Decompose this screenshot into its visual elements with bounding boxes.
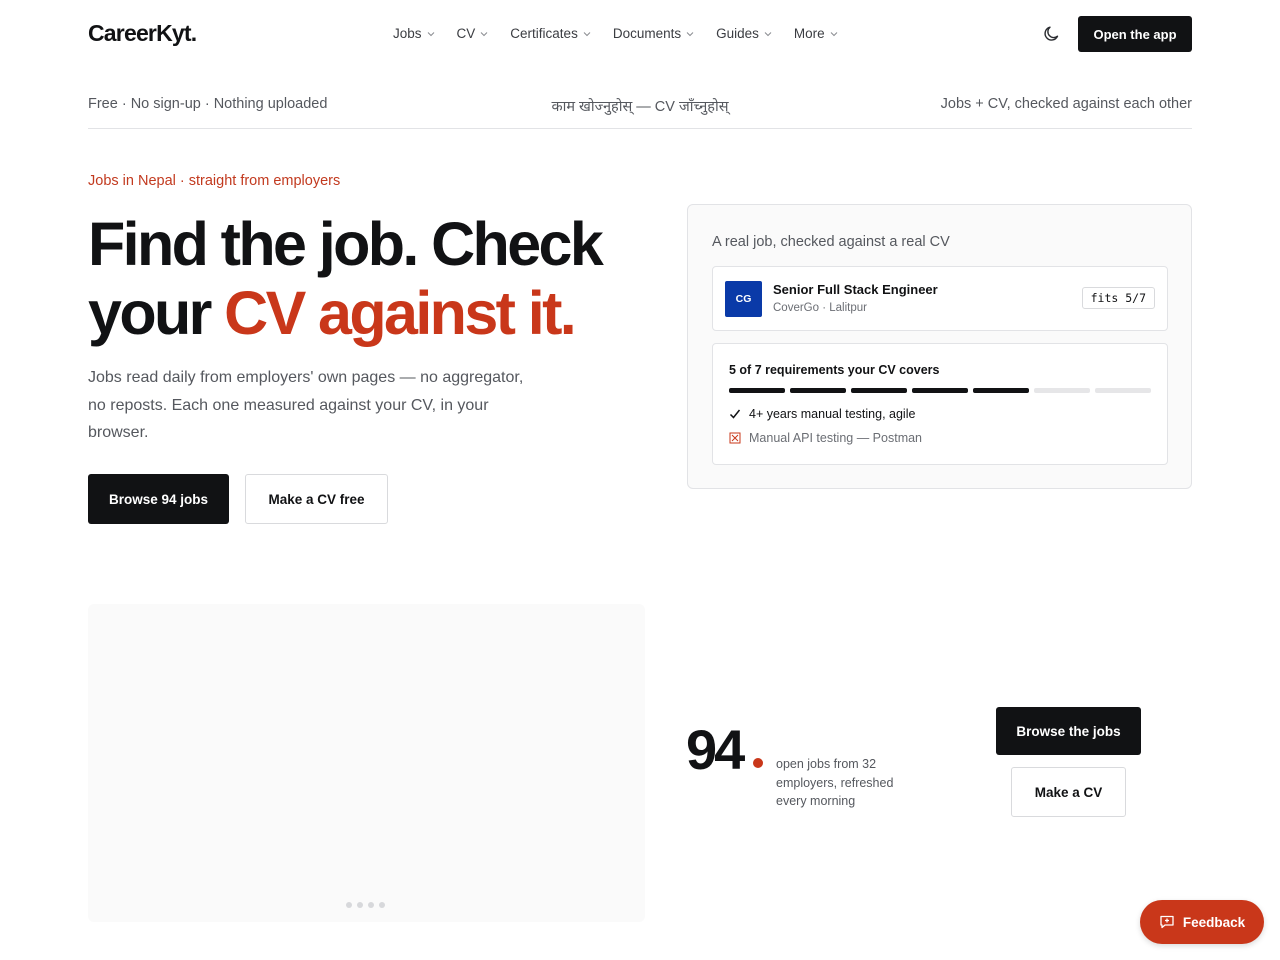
menu-item-more[interactable]: More (794, 26, 838, 41)
progress-segment (729, 388, 785, 393)
feedback-button[interactable]: Feedback (1140, 900, 1264, 944)
accent-dot (753, 758, 763, 768)
moon-icon[interactable] (1042, 24, 1062, 44)
message-plus-icon (1160, 915, 1174, 929)
demo-title: A real job, checked against a real CV (712, 234, 950, 250)
tagline-nepali: काम खोज्नुहोस् — CV जाँच्नुहोस् (551, 99, 729, 115)
tagline-left: Free · No sign-up · Nothing uploaded (88, 96, 328, 112)
make-a-cv-button[interactable]: Make a CV (1011, 767, 1126, 817)
menu-item-guides[interactable]: Guides (716, 26, 772, 41)
tagline-right: Jobs + CV, checked against each other (940, 96, 1192, 112)
menu-item-label: Documents (612, 26, 682, 41)
menu-item-label: Jobs (393, 26, 422, 41)
chevron-down-icon (686, 31, 694, 36)
check-icon (729, 409, 741, 419)
progress-segment (851, 388, 907, 393)
requirement-met-text: 4+ years manual testing, agile (749, 407, 916, 421)
logo[interactable]: CareerKyt. (88, 20, 197, 47)
progress-segment (1034, 388, 1090, 393)
browse-jobs-button[interactable]: Browse 94 jobs (88, 474, 229, 524)
feedback-label: Feedback (1182, 914, 1246, 930)
requirement-missing: Manual API testing — Postman (729, 431, 922, 445)
chevron-down-icon (427, 31, 434, 36)
carousel-dot[interactable] (357, 902, 363, 908)
chevron-down-icon (583, 31, 591, 36)
menu-item-label: Guides (716, 26, 759, 41)
media-carousel (88, 604, 645, 922)
open-app-button[interactable]: Open the app (1078, 16, 1192, 52)
tagline-strip: Free · No sign-up · Nothing uploaded काम… (88, 96, 1192, 129)
progress-segment (912, 388, 968, 393)
requirements-title: 5 of 7 requirements your CV covers (729, 363, 940, 377)
hero-lede: Jobs read daily from employers' own page… (88, 369, 524, 441)
hero-eyebrow: Jobs in Nepal · straight from employers (88, 173, 341, 189)
menu-item-certificates[interactable]: Certificates (510, 26, 591, 41)
menu-item-documents[interactable]: Documents (613, 26, 694, 41)
menu-item-label: Certificates (510, 26, 578, 41)
job-count: 94 (686, 718, 745, 781)
cross-box-icon (729, 432, 741, 444)
menu-item-cv[interactable]: CV (457, 26, 489, 41)
job-match-demo-card: A real job, checked against a real CV CG… (687, 204, 1192, 489)
headline-accent: CV against it. (224, 279, 577, 347)
main-menu: Jobs CV Certificates Documents Guides Mo… (393, 26, 860, 41)
chevron-down-icon (830, 31, 838, 36)
progress-segment (973, 388, 1029, 393)
job-meta: CoverGo · Lalitpur (773, 302, 867, 314)
company-logo: CG (725, 281, 762, 317)
carousel-dot[interactable] (368, 902, 374, 908)
requirement-missing-text: Manual API testing — Postman (749, 431, 923, 445)
progress-segment (790, 388, 846, 393)
menu-item-label: CV (456, 26, 476, 41)
job-count-caption: open jobs from 32 employers, refreshed e… (776, 757, 894, 808)
requirements-panel: 5 of 7 requirements your CV covers 4+ ye… (712, 343, 1168, 465)
fit-score-badge: fits 5/7 (1081, 287, 1155, 309)
menu-item-label: More (793, 26, 825, 41)
progress-segment (1095, 388, 1151, 393)
requirement-met: 4+ years manual testing, agile (729, 407, 915, 421)
top-nav: CareerKyt. Jobs CV Certificates Document… (88, 16, 1192, 52)
browse-the-jobs-button[interactable]: Browse the jobs (996, 707, 1141, 755)
chevron-down-icon (764, 31, 772, 36)
menu-item-jobs[interactable]: Jobs (393, 26, 435, 41)
hero-headline: Find the job. Check your CV against it. (88, 210, 648, 348)
job-listing-card[interactable]: CG Senior Full Stack Engineer CoverGo · … (712, 266, 1168, 331)
carousel-dot[interactable] (346, 902, 352, 908)
carousel-dot[interactable] (379, 902, 385, 908)
job-title: Senior Full Stack Engineer (773, 282, 938, 297)
requirements-progress (729, 388, 1151, 393)
carousel-dots (346, 902, 385, 908)
make-cv-free-button[interactable]: Make a CV free (245, 474, 388, 524)
chevron-down-icon (480, 31, 488, 36)
